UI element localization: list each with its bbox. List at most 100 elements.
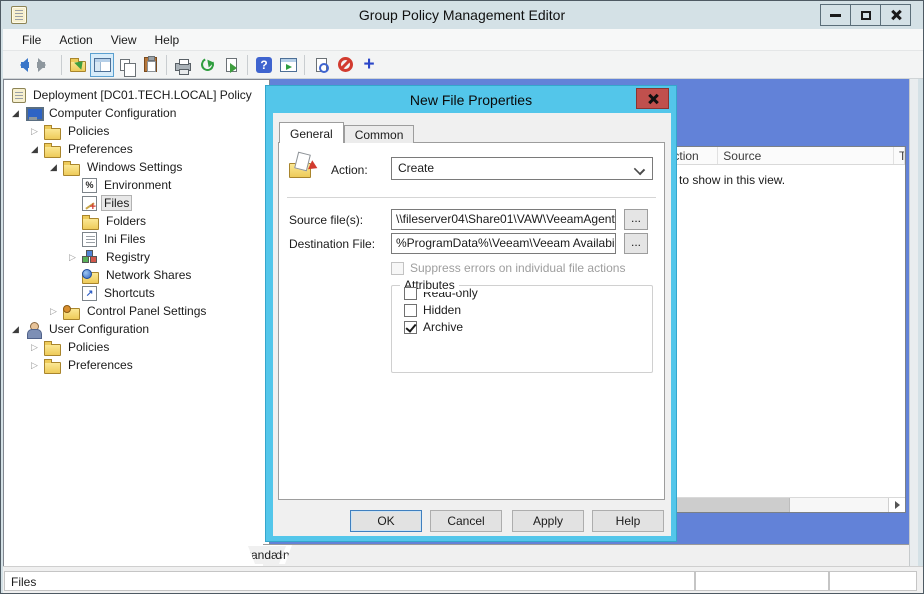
maximize-button[interactable] [850, 4, 881, 26]
dialog-content: General Common Action: Create Source fil… [273, 113, 671, 536]
status-bar: Files [3, 566, 923, 593]
destination-browse-button[interactable]: ... [624, 233, 648, 254]
close-icon [890, 9, 902, 21]
console-tree-pane: Deployment [DC01.TECH.LOCAL] Policy Comp… [3, 79, 270, 566]
tree-item-folders[interactable]: Folders [4, 212, 269, 230]
tree-item-registry[interactable]: Registry [4, 248, 269, 266]
source-input[interactable]: \\fileserver04\Share01\VAW\VeeamAgentWin [391, 209, 616, 230]
print-icon[interactable] [171, 53, 195, 77]
tree-item-ini-files[interactable]: Ini Files [4, 230, 269, 248]
apply-button[interactable]: Apply [512, 510, 584, 532]
dialog-tabs: General Common [279, 122, 414, 143]
environment-icon: % [82, 178, 97, 193]
console-tree-icon[interactable] [90, 53, 114, 77]
delete-icon[interactable] [333, 53, 357, 77]
expander-collapsed-icon[interactable] [31, 342, 44, 353]
network-shares-icon [82, 268, 99, 283]
show-action-pane-icon[interactable] [276, 53, 300, 77]
hidden-checkbox[interactable] [404, 304, 417, 317]
separator [287, 197, 656, 199]
control-panel-icon [63, 304, 80, 319]
cancel-button[interactable]: Cancel [430, 510, 502, 532]
tree-item-root[interactable]: Deployment [DC01.TECH.LOCAL] Policy [4, 86, 269, 104]
tree-item-user-policies[interactable]: Policies [4, 338, 269, 356]
expander-expanded-icon[interactable] [31, 144, 44, 155]
tab-general[interactable]: General [279, 122, 344, 143]
expander-expanded-icon[interactable] [12, 108, 25, 119]
tab-common[interactable]: Common [344, 125, 415, 143]
tree-item-files[interactable]: Files [4, 194, 269, 212]
folders-icon [82, 214, 99, 229]
back-icon[interactable] [9, 53, 33, 77]
refresh-icon[interactable] [195, 53, 219, 77]
toolbar-separator [247, 55, 248, 75]
up-one-level-icon[interactable] [66, 53, 90, 77]
expander-collapsed-icon[interactable] [31, 126, 44, 137]
copy-icon[interactable] [114, 53, 138, 77]
folder-icon [44, 358, 61, 373]
toolbar-separator [304, 55, 305, 75]
menu-action[interactable]: Action [50, 31, 101, 49]
attributes-group: Attributes Read-only Hidden Archive [391, 285, 653, 373]
source-browse-button[interactable]: ... [624, 209, 648, 230]
close-button[interactable] [880, 4, 911, 26]
paste-icon[interactable] [138, 53, 162, 77]
new-icon[interactable]: + [357, 53, 381, 77]
general-tab-page: Action: Create Source file(s): \\fileser… [278, 142, 665, 500]
tree-item-shortcuts[interactable]: ↗ Shortcuts [4, 284, 269, 302]
readonly-checkbox[interactable] [404, 287, 417, 300]
folder-icon [44, 124, 61, 139]
registry-icon [82, 250, 99, 265]
tree-item-computer-configuration[interactable]: Computer Configuration [4, 104, 269, 122]
minimize-button[interactable] [820, 4, 851, 26]
expander-collapsed-icon[interactable] [50, 306, 63, 317]
tree-item-user-preferences[interactable]: Preferences [4, 356, 269, 374]
column-target[interactable]: Target [894, 147, 905, 164]
forward-icon[interactable] [33, 53, 57, 77]
file-action-icon [289, 153, 323, 183]
suppress-errors-checkbox[interactable] [391, 262, 404, 275]
gpo-scroll-icon [12, 88, 26, 103]
tree-item-control-panel-settings[interactable]: Control Panel Settings [4, 302, 269, 320]
archive-row: Archive [404, 320, 652, 334]
minimize-icon [830, 14, 841, 17]
expander-expanded-icon[interactable] [12, 324, 25, 335]
help-icon[interactable]: ? [252, 53, 276, 77]
tree-item-policies[interactable]: Policies [4, 122, 269, 140]
menu-help[interactable]: Help [146, 31, 189, 49]
export-list-icon[interactable] [219, 53, 243, 77]
computer-icon [25, 106, 42, 121]
tree-item-preferences[interactable]: Preferences [4, 140, 269, 158]
tree-item-windows-settings[interactable]: Windows Settings [4, 158, 269, 176]
scroll-right-icon[interactable] [888, 498, 905, 512]
action-dropdown[interactable]: Create [391, 157, 653, 180]
expander-collapsed-icon[interactable] [69, 252, 82, 263]
column-source[interactable]: Source [718, 147, 894, 164]
selected-tree-label: Files [101, 195, 132, 211]
window-controls [821, 4, 911, 26]
menu-view[interactable]: View [102, 31, 146, 49]
action-label: Action: [331, 163, 368, 177]
ini-files-icon [82, 232, 97, 247]
dialog-close-button[interactable] [636, 88, 669, 109]
scrollbar-track[interactable] [790, 498, 888, 512]
archive-checkbox[interactable] [404, 321, 417, 334]
window-title: Group Policy Management Editor [1, 7, 923, 23]
expander-collapsed-icon[interactable] [31, 360, 44, 371]
app-window: Group Policy Management Editor File Acti… [0, 0, 924, 594]
source-label: Source file(s): [289, 213, 363, 227]
folder-icon [44, 340, 61, 355]
files-icon [82, 196, 97, 211]
menu-file[interactable]: File [13, 31, 50, 49]
hidden-row: Hidden [404, 303, 652, 317]
tree-item-environment[interactable]: % Environment [4, 176, 269, 194]
tree-item-user-configuration[interactable]: User Configuration [4, 320, 269, 338]
destination-input[interactable]: %ProgramData%\Veeam\Veeam Availability C [391, 233, 616, 254]
tree-item-network-shares[interactable]: Network Shares [4, 266, 269, 284]
properties-icon[interactable] [309, 53, 333, 77]
expander-expanded-icon[interactable] [50, 162, 63, 173]
ok-button[interactable]: OK [350, 510, 422, 532]
close-icon [648, 94, 658, 104]
help-button[interactable]: Help [592, 510, 664, 532]
dialog-title: New File Properties [266, 86, 676, 113]
